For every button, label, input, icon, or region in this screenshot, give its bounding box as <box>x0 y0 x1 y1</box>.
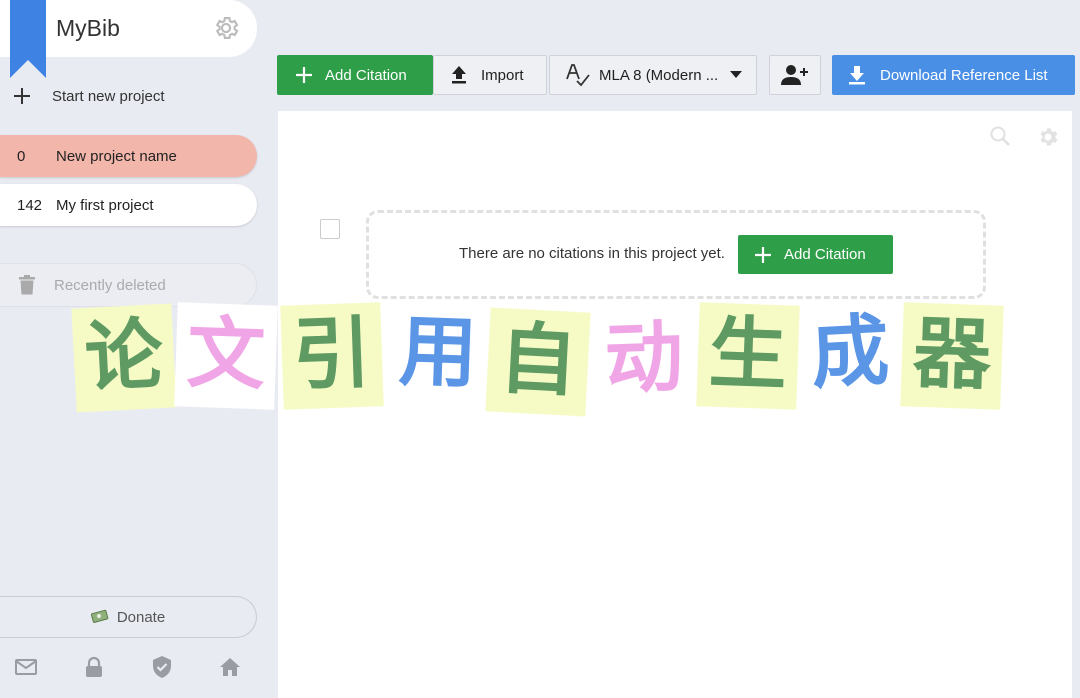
overlay-character: 生 <box>696 302 800 410</box>
project-count: 0 <box>17 147 26 165</box>
overlay-title: 论 文 引 用 自 动 生 成 器 <box>70 300 1010 420</box>
share-project-button[interactable] <box>769 55 821 95</box>
bookmark-logo-icon <box>10 0 46 78</box>
project-name: My first project <box>56 196 154 214</box>
overlay-character: 用 <box>397 306 479 400</box>
overlay-character: 引 <box>280 302 384 410</box>
start-new-project-label: Start new project <box>52 87 165 105</box>
add-citation-label: Add Citation <box>325 66 407 84</box>
add-user-icon <box>781 65 808 85</box>
empty-state-message: There are no citations in this project y… <box>459 245 725 262</box>
settings-gear-icon[interactable] <box>212 14 240 42</box>
donate-label: Donate <box>116 608 166 626</box>
overlay-character: 动 <box>603 312 685 406</box>
sidebar-footer-icons <box>14 655 242 679</box>
project-name: New project name <box>56 147 177 165</box>
recently-deleted-label: Recently deleted <box>54 276 166 294</box>
sidebar-project-new-project-name[interactable]: 0 New project name <box>0 135 257 177</box>
overlay-character: 文 <box>174 302 278 410</box>
download-icon <box>849 66 865 85</box>
shield-icon[interactable] <box>150 655 174 679</box>
select-all-checkbox[interactable] <box>320 219 340 239</box>
logo-card: MyBib <box>0 0 257 78</box>
add-citation-label: Add Citation <box>784 246 866 263</box>
spellcheck-icon <box>566 64 590 87</box>
search-icon[interactable] <box>988 124 1012 148</box>
overlay-character: 自 <box>485 307 591 417</box>
lock-icon[interactable] <box>82 655 106 679</box>
plus-icon <box>14 88 30 104</box>
sidebar-project-my-first-project[interactable]: 142 My first project <box>0 184 257 226</box>
empty-state-add-citation-button[interactable]: Add Citation <box>738 235 893 274</box>
import-button[interactable]: Import <box>433 55 547 95</box>
citation-style-select[interactable]: MLA 8 (Modern ... <box>549 55 757 95</box>
project-count: 142 <box>17 196 43 214</box>
upload-icon <box>452 66 466 84</box>
app-title: MyBib <box>56 15 120 41</box>
download-reference-list-button[interactable]: Download Reference List <box>832 55 1075 95</box>
import-label: Import <box>481 66 524 84</box>
add-citation-button[interactable]: Add Citation <box>277 55 433 95</box>
start-new-project-button[interactable]: Start new project <box>12 86 165 106</box>
panel-settings-gear-icon[interactable] <box>1036 125 1060 149</box>
plus-icon <box>755 246 771 263</box>
citation-style-label: MLA 8 (Modern ... <box>599 66 719 84</box>
mail-icon[interactable] <box>14 655 38 679</box>
overlay-character: 器 <box>900 302 1004 410</box>
download-label: Download Reference List <box>880 66 1048 84</box>
money-icon <box>90 609 109 623</box>
plus-icon <box>296 67 312 83</box>
trash-icon <box>19 275 35 295</box>
dropdown-arrow-icon <box>730 71 743 78</box>
overlay-character: 论 <box>71 303 177 413</box>
home-icon[interactable] <box>218 655 242 679</box>
overlay-character: 成 <box>808 306 892 400</box>
donate-button[interactable]: Donate <box>0 596 257 638</box>
